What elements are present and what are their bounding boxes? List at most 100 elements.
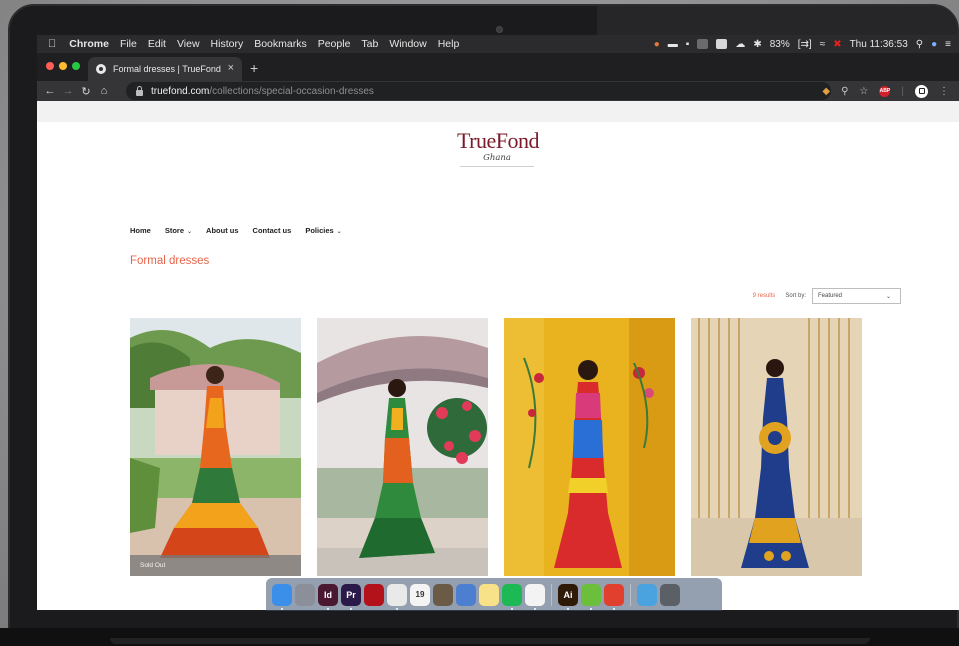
reload-icon[interactable]: ↻ (77, 85, 95, 98)
menu-help[interactable]: Help (438, 38, 460, 50)
browser-toolbar: ← → ↻ ⌂ truefond.com/collections/special… (37, 81, 959, 101)
premiere-icon[interactable]: Pr (341, 583, 361, 610)
notes-icon[interactable] (479, 583, 499, 606)
results-toolbar: 9 results Sort by: Featured ⌄ (753, 288, 901, 304)
siri-icon[interactable]: ● (931, 39, 937, 50)
cloud-icon[interactable]: ☁ (735, 39, 745, 50)
preview-icon[interactable] (456, 583, 476, 606)
status-area: ● ▬ ▪ ☁ ✱ 83% [⇉] ≈ ✖ Thu 11:36:53 ⚲ ● ≡ (654, 35, 951, 53)
calendar-icon[interactable]: 19 (410, 583, 430, 606)
chrome-menu-icon[interactable]: ⋮ (939, 86, 949, 97)
running-indicator (613, 607, 615, 610)
running-indicator (590, 607, 592, 610)
address-bar[interactable]: truefond.com/collections/special-occasio… (126, 82, 831, 100)
menu-app-name[interactable]: Chrome (69, 38, 109, 50)
toolbar-icons: ◆ ⚲ ☆ ABP | ⋮ (822, 83, 949, 99)
apple-icon[interactable]:  (48, 38, 56, 50)
toolbar-divider: | (901, 85, 904, 97)
product-card[interactable] (317, 318, 488, 576)
nav-home[interactable]: Home (130, 226, 151, 235)
drive-icon[interactable]: ▬ (668, 39, 678, 50)
launchpad-icon[interactable] (295, 583, 315, 606)
nav-policies-label: Policies (305, 226, 334, 235)
menu-edit[interactable]: Edit (148, 38, 166, 50)
acrobat-icon[interactable] (364, 583, 384, 606)
screen:  Chrome File Edit View History Bookmark… (37, 35, 959, 610)
running-indicator (350, 607, 352, 610)
premiere-label: Pr (346, 589, 356, 600)
webcam (496, 26, 503, 33)
nav-about[interactable]: About us (206, 226, 239, 235)
nav-policies[interactable]: Policies ⌄ (305, 226, 341, 235)
spotlight-search-icon[interactable]: ⚲ (916, 39, 923, 50)
indesign-label: Id (324, 589, 332, 600)
screenshot-icon[interactable] (716, 39, 728, 49)
zoom-icon[interactable]: ⚲ (841, 86, 848, 97)
bookmark-star-icon[interactable]: ☆ (859, 86, 868, 97)
web-page: TrueFond Ghana Home Store ⌄ About us Cont… (37, 122, 959, 610)
site-favicon-icon (96, 64, 106, 74)
menu-tab[interactable]: Tab (361, 38, 378, 50)
dim-menu-icon[interactable] (697, 39, 709, 49)
illustrator-label: Ai (563, 589, 573, 600)
product-card[interactable]: Sold Out (130, 318, 301, 576)
product-image (504, 318, 675, 576)
cookie-blocked-icon[interactable]: ◆ (822, 86, 830, 97)
adblock-plus-icon[interactable]: ABP (879, 85, 891, 97)
messages-icon[interactable]: ▪ (686, 39, 690, 50)
indesign-icon[interactable]: Id (318, 583, 338, 610)
forward-icon[interactable]: → (59, 85, 77, 97)
nav-store[interactable]: Store ⌄ (165, 226, 192, 235)
menu-people[interactable]: People (318, 38, 351, 50)
clock[interactable]: Thu 11:36:53 (850, 39, 908, 50)
results-count: 9 results (752, 293, 776, 299)
product-card[interactable] (691, 318, 862, 576)
creative-cloud-icon[interactable]: ● (654, 39, 660, 50)
close-tab-icon[interactable]: × (228, 62, 234, 74)
page-top-band (37, 101, 959, 122)
nav-store-label: Store (164, 226, 185, 235)
menu-history[interactable]: History (211, 38, 244, 50)
utorrent-icon[interactable] (581, 583, 601, 610)
menu-view[interactable]: View (177, 38, 200, 50)
slack-icon[interactable] (525, 583, 545, 610)
downloads-folder-icon[interactable] (637, 583, 657, 606)
tab-title: Formal dresses | TrueFond (113, 64, 221, 74)
chrome-icon[interactable] (387, 583, 407, 610)
menu-bookmarks[interactable]: Bookmarks (254, 38, 307, 50)
product-image (317, 318, 488, 576)
zoom-window-button[interactable] (72, 62, 80, 70)
bookmark-app-icon[interactable] (604, 583, 624, 610)
url-path: /collections/special-occasion-dresses (209, 85, 374, 97)
tab-formal-dresses[interactable]: Formal dresses | TrueFond × (88, 57, 242, 81)
nav-about-label: About us (206, 226, 239, 235)
notebook-icon[interactable] (433, 583, 453, 606)
logo-wordmark: TrueFond (457, 128, 540, 153)
home-icon[interactable]: ⌂ (95, 85, 113, 97)
chevron-down-icon: ⌄ (336, 229, 342, 235)
illustrator-icon[interactable]: Ai (558, 583, 578, 610)
bluetooth-icon[interactable]: ✱ (753, 39, 761, 50)
calendar-label: 19 (415, 590, 425, 599)
profile-avatar-icon[interactable] (915, 84, 928, 98)
notification-center-icon[interactable]: ≡ (945, 39, 951, 50)
back-icon[interactable]: ← (41, 85, 59, 97)
product-card[interactable] (504, 318, 675, 576)
menu-file[interactable]: File (120, 38, 137, 50)
minimize-window-button[interactable] (59, 62, 67, 70)
close-window-button[interactable] (46, 62, 54, 70)
new-tab-button[interactable]: + (250, 60, 258, 76)
product-image (691, 318, 862, 576)
chevron-down-icon: ⌄ (187, 229, 193, 235)
finder-icon[interactable] (272, 583, 292, 610)
site-logo[interactable]: TrueFond Ghana (457, 128, 540, 174)
battery-icon[interactable]: [⇉] (798, 39, 812, 50)
sort-dropdown[interactable]: Featured ⌄ (812, 288, 901, 304)
wifi-icon[interactable]: ≈ (820, 39, 826, 50)
input-source-flag-icon[interactable]: ✖ (833, 39, 841, 50)
mac-dock: Id Pr 19 Ai (266, 578, 722, 611)
spotify-icon[interactable] (502, 583, 522, 610)
menu-window[interactable]: Window (389, 38, 426, 50)
trash-icon[interactable] (660, 583, 680, 606)
nav-contact[interactable]: Contact us (253, 226, 292, 235)
